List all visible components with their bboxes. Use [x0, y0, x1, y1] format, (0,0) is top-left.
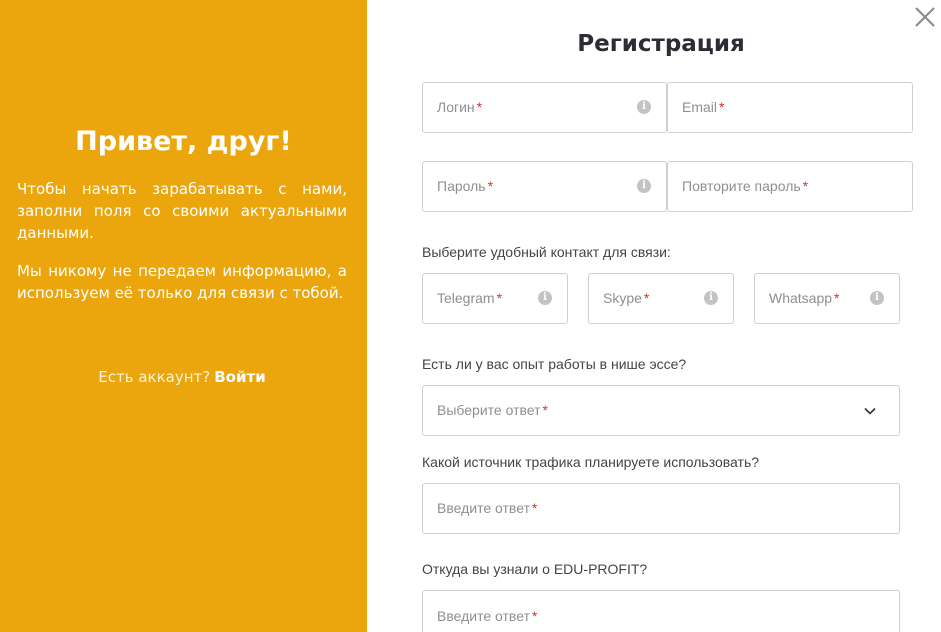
source-label: Откуда вы узнали о EDU-PROFIT? — [422, 561, 648, 577]
password-repeat-input[interactable]: Повторите пароль * — [667, 161, 913, 212]
chevron-down-icon — [864, 407, 876, 415]
contact-label: Выберите удобный контакт для связи: — [422, 244, 671, 260]
login-input[interactable]: Логин * i — [422, 82, 667, 133]
form-title: Регистрация — [577, 31, 745, 57]
login-prompt: Есть аккаунт? Войти — [0, 366, 364, 388]
promo-text-2: Мы никому не передаем информацию, а испо… — [17, 262, 347, 302]
info-icon[interactable]: i — [637, 179, 651, 193]
traffic-input[interactable]: Введите ответ * — [422, 483, 900, 534]
whatsapp-input[interactable]: Whatsapp * i — [754, 273, 900, 324]
login-placeholder: Логин * — [437, 99, 483, 115]
traffic-placeholder: Введите ответ * — [437, 500, 538, 516]
email-placeholder: Email * — [682, 99, 725, 115]
experience-label: Есть ли у вас опыт работы в нише эссе? — [422, 356, 687, 372]
source-input[interactable]: Введите ответ * — [422, 590, 900, 632]
info-icon[interactable]: i — [870, 291, 884, 305]
telegram-input[interactable]: Telegram * i — [422, 273, 568, 324]
email-input[interactable]: Email * — [667, 82, 913, 133]
experience-select[interactable]: Выберите ответ * — [422, 385, 900, 436]
info-icon[interactable]: i — [704, 291, 718, 305]
password-input[interactable]: Пароль * i — [422, 161, 667, 212]
promo-text-1: Чтобы начать зарабатывать с нами, заполн… — [17, 180, 347, 242]
login-link[interactable]: Войти — [214, 368, 265, 386]
whatsapp-placeholder: Whatsapp * — [769, 290, 840, 306]
have-account-text: Есть аккаунт? — [98, 368, 211, 386]
skype-placeholder: Skype * — [603, 290, 650, 306]
info-icon[interactable]: i — [637, 100, 651, 114]
telegram-placeholder: Telegram * — [437, 290, 503, 306]
promo-panel: Привет, друг! Чтобы начать зарабатывать … — [0, 0, 367, 632]
promo-title: Привет, друг! — [75, 126, 292, 157]
info-icon[interactable]: i — [538, 291, 552, 305]
password-placeholder: Пароль * — [437, 178, 494, 194]
experience-select-value: Выберите ответ * — [437, 402, 548, 418]
traffic-label: Какой источник трафика планируете исполь… — [422, 454, 760, 470]
close-icon[interactable] — [913, 5, 937, 29]
password-repeat-placeholder: Повторите пароль * — [682, 178, 809, 194]
skype-input[interactable]: Skype * i — [588, 273, 734, 324]
source-placeholder: Введите ответ * — [437, 608, 538, 624]
